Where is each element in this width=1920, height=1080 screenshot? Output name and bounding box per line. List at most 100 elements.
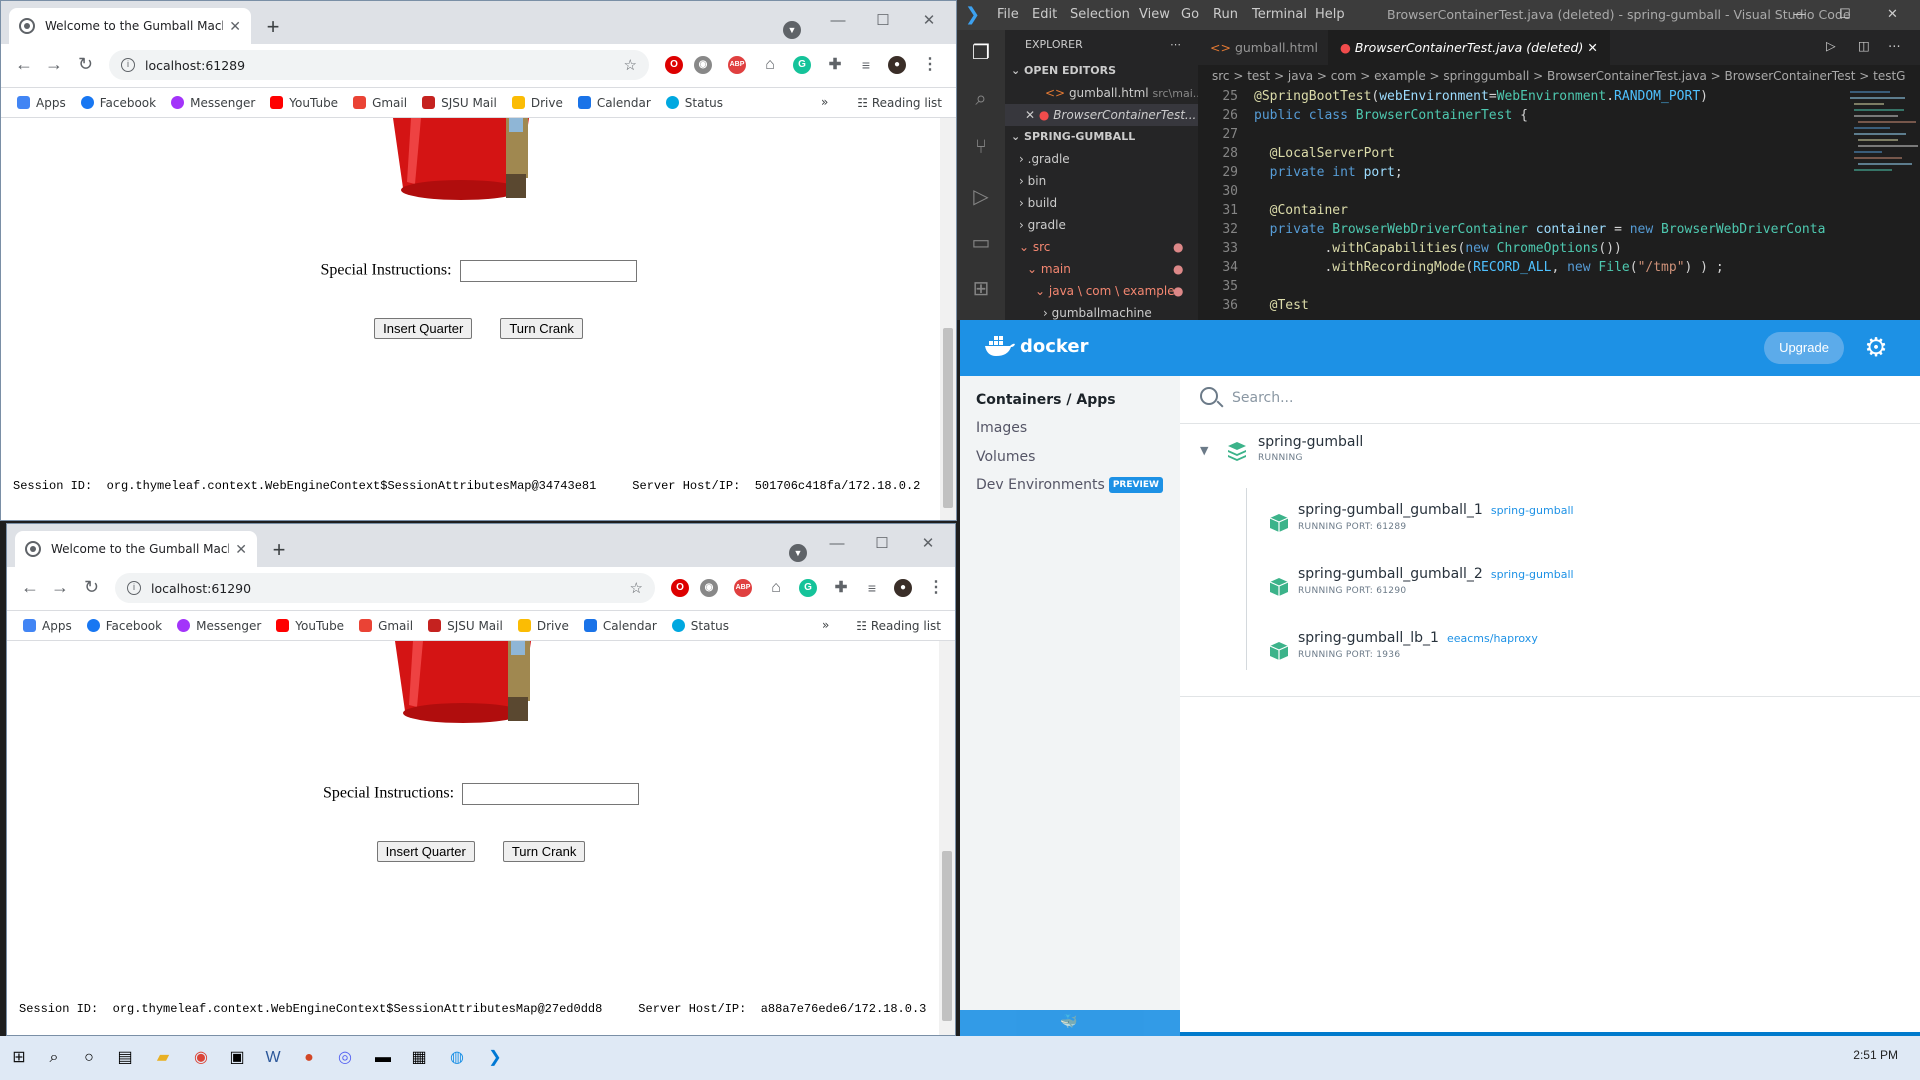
- browser-tab[interactable]: Welcome to the Gumball Machin ✕: [9, 8, 251, 44]
- scrollbar[interactable]: [939, 641, 955, 1035]
- opera-extension-icon[interactable]: O: [665, 56, 683, 74]
- maximize-button[interactable]: ☐: [862, 530, 902, 558]
- playlist-icon[interactable]: ≡: [863, 579, 881, 597]
- more-bookmarks-icon[interactable]: »: [821, 95, 828, 109]
- playlist-icon[interactable]: ≡: [857, 56, 875, 74]
- menu-icon[interactable]: ⋮: [921, 56, 939, 74]
- minimize-button[interactable]: —: [817, 530, 857, 558]
- info-icon[interactable]: i: [121, 58, 135, 72]
- calculator-icon[interactable]: ▦: [408, 1047, 430, 1069]
- cortana-icon[interactable]: ○: [78, 1047, 100, 1069]
- tree-item[interactable]: › bin: [1005, 170, 1198, 192]
- reload-icon[interactable]: ↻: [78, 54, 93, 75]
- bookmark-status[interactable]: Status: [665, 96, 723, 110]
- bookmark-apps[interactable]: Apps: [23, 619, 72, 633]
- url-text[interactable]: localhost:61289: [145, 58, 624, 73]
- close-tab-icon[interactable]: ✕: [229, 18, 241, 35]
- bookmark-apps[interactable]: Apps: [17, 96, 66, 110]
- container-row[interactable]: spring-gumball_gumball_1 spring-gumball R…: [1298, 502, 1574, 532]
- container-image-link[interactable]: eeacms/haproxy: [1447, 632, 1538, 645]
- bookmark-youtube[interactable]: YouTube: [270, 96, 338, 110]
- reading-list-button[interactable]: ☷ Reading list: [856, 619, 941, 633]
- explorer-icon[interactable]: ❐: [969, 40, 993, 64]
- chrome-icon[interactable]: ◉: [190, 1047, 212, 1069]
- close-window-button[interactable]: ✕: [908, 530, 948, 558]
- breadcrumb[interactable]: src > test > java > com > example > spri…: [1198, 65, 1920, 87]
- adblock-extension-icon[interactable]: ABP: [734, 579, 752, 597]
- menu-file[interactable]: File: [997, 7, 1019, 22]
- file-explorer-icon[interactable]: ▰: [152, 1047, 174, 1069]
- bookmark-youtube[interactable]: YouTube: [276, 619, 344, 633]
- forward-icon[interactable]: →: [51, 577, 69, 598]
- container-image-link[interactable]: spring-gumball: [1491, 568, 1574, 581]
- menu-terminal[interactable]: Terminal: [1252, 7, 1307, 22]
- bookmark-messenger[interactable]: Messenger: [171, 96, 255, 110]
- more-actions-icon[interactable]: ⋯: [1888, 38, 1901, 53]
- container-row[interactable]: spring-gumball_lb_1 eeacms/haproxy RUNNIN…: [1298, 630, 1538, 660]
- home-icon[interactable]: ⌂: [761, 56, 779, 74]
- adblock-extension-icon[interactable]: ABP: [728, 56, 746, 74]
- scrollbar[interactable]: [940, 118, 956, 520]
- maximize-button[interactable]: ☐: [863, 7, 903, 35]
- vscode-taskbar-icon[interactable]: ❯: [484, 1047, 506, 1069]
- editor-tab-browser-container-test[interactable]: ● BrowserContainerTest.java (deleted) ✕: [1328, 30, 1610, 65]
- tree-item[interactable]: › gradle: [1005, 214, 1198, 236]
- nav-dev-environments[interactable]: Dev Environments PREVIEW: [976, 477, 1163, 493]
- open-editor-item[interactable]: <> gumball.html src\mai...: [1005, 82, 1203, 104]
- home-icon[interactable]: ⌂: [767, 579, 785, 597]
- minimize-button[interactable]: —: [818, 7, 858, 35]
- tab-search-icon[interactable]: ▼: [789, 544, 807, 562]
- open-editors-header[interactable]: ⌄ OPEN EDITORS: [1005, 60, 1198, 82]
- bookmark-messenger[interactable]: Messenger: [177, 619, 261, 633]
- word-icon[interactable]: W: [262, 1047, 284, 1069]
- menu-run[interactable]: Run: [1213, 7, 1238, 22]
- url-text[interactable]: localhost:61290: [151, 581, 630, 596]
- container-image-link[interactable]: spring-gumball: [1491, 504, 1574, 517]
- address-bar[interactable]: i localhost:61289 ☆: [109, 50, 649, 80]
- search-icon[interactable]: ⌕: [43, 1047, 65, 1069]
- insert-quarter-button[interactable]: Insert Quarter: [376, 841, 475, 862]
- tree-item[interactable]: ⌄ src ●: [1005, 236, 1198, 258]
- forward-icon[interactable]: →: [45, 54, 63, 75]
- store-icon[interactable]: ▣: [226, 1047, 248, 1069]
- scrollbar-thumb[interactable]: [942, 851, 952, 1021]
- project-header[interactable]: ⌄ SPRING-GUMBALL: [1005, 126, 1198, 148]
- bookmark-calendar[interactable]: Calendar: [583, 619, 657, 633]
- tree-item[interactable]: › .gradle: [1005, 148, 1198, 170]
- app-row[interactable]: spring-gumball RUNNING: [1258, 434, 1363, 463]
- extensions-icon[interactable]: ✚: [826, 56, 844, 74]
- minimize-button[interactable]: —: [1793, 7, 1806, 22]
- settings-gear-icon[interactable]: ⚙: [1861, 333, 1891, 363]
- bookmark-gmail[interactable]: Gmail: [353, 96, 407, 110]
- bookmark-calendar[interactable]: Calendar: [577, 96, 651, 110]
- camera-extension-icon[interactable]: ◉: [694, 56, 712, 74]
- powerpoint-icon[interactable]: ●: [298, 1047, 320, 1069]
- bookmark-facebook[interactable]: Facebook: [80, 96, 156, 110]
- insert-quarter-button[interactable]: Insert Quarter: [374, 318, 473, 339]
- new-tab-button[interactable]: +: [259, 14, 287, 42]
- turn-crank-button[interactable]: Turn Crank: [500, 318, 583, 339]
- minimap[interactable]: [1848, 87, 1920, 320]
- opera-extension-icon[interactable]: O: [671, 579, 689, 597]
- close-icon[interactable]: ✕: [1587, 40, 1597, 55]
- camera-extension-icon[interactable]: ◉: [700, 579, 718, 597]
- collapse-chevron-icon[interactable]: ▼: [1200, 444, 1208, 457]
- search-placeholder[interactable]: Search...: [1232, 390, 1293, 406]
- tree-item[interactable]: › build: [1005, 192, 1198, 214]
- discord-icon[interactable]: ◎: [334, 1047, 356, 1069]
- star-icon[interactable]: ☆: [624, 56, 637, 74]
- new-tab-button[interactable]: +: [265, 537, 293, 565]
- nav-containers-apps[interactable]: Containers / Apps: [976, 392, 1116, 408]
- back-icon[interactable]: ←: [15, 54, 33, 75]
- bookmark-drive[interactable]: Drive: [517, 619, 569, 633]
- task-view-icon[interactable]: ▤: [114, 1047, 136, 1069]
- scrollbar-thumb[interactable]: [943, 328, 953, 508]
- tab-search-icon[interactable]: ▼: [783, 21, 801, 39]
- run-icon[interactable]: ▷: [1826, 38, 1836, 53]
- terminal-icon[interactable]: ▬: [372, 1047, 394, 1069]
- container-row[interactable]: spring-gumball_gumball_2 spring-gumball R…: [1298, 566, 1574, 596]
- editor-tab-gumball-html[interactable]: <> gumball.html: [1198, 30, 1330, 65]
- tree-item[interactable]: › gumballmachine: [1005, 302, 1198, 320]
- star-icon[interactable]: ☆: [630, 579, 643, 597]
- reading-list-button[interactable]: ☷ Reading list: [857, 96, 942, 110]
